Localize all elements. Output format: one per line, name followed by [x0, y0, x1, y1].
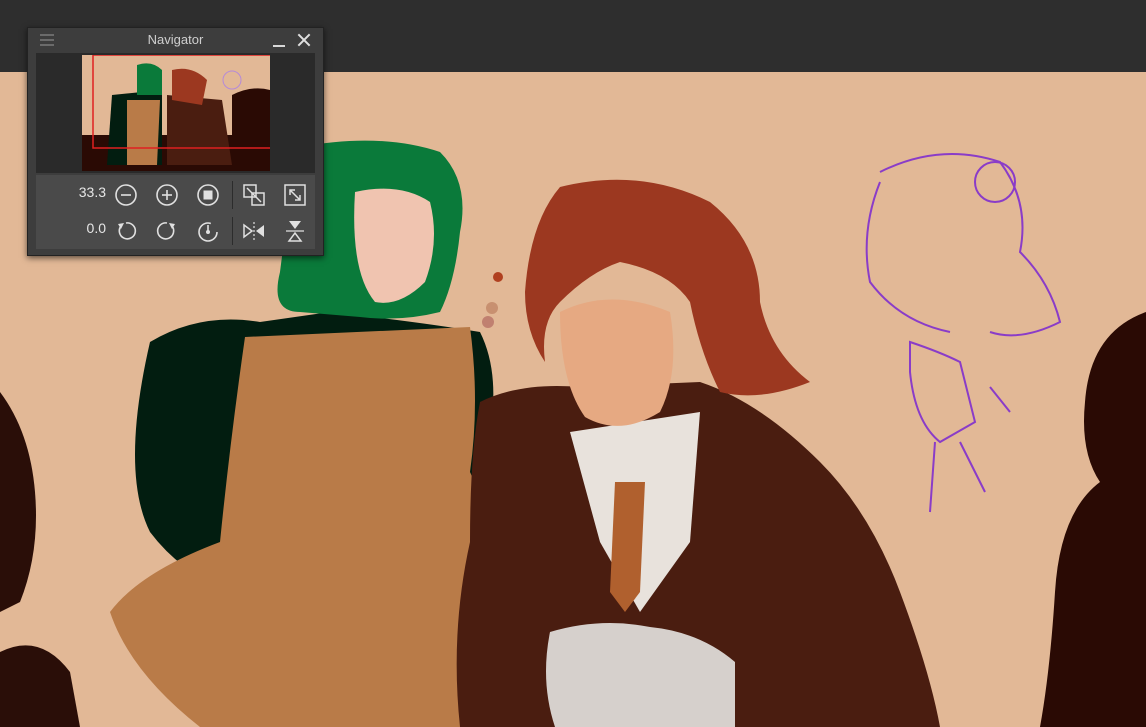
rotate-left-icon[interactable]	[113, 218, 139, 244]
minimize-icon[interactable]	[271, 33, 287, 49]
navigator-titlebar[interactable]: Navigator	[28, 28, 323, 52]
navigator-controls: 33.3 0.0	[36, 175, 315, 249]
rotation-value[interactable]: 0.0	[56, 220, 106, 236]
separator	[232, 181, 233, 209]
actual-size-icon[interactable]	[282, 182, 308, 208]
rotate-right-icon[interactable]	[154, 218, 180, 244]
fit-to-window-icon[interactable]	[241, 182, 267, 208]
reset-rotation-icon[interactable]	[195, 218, 221, 244]
zoom-value[interactable]: 33.3	[56, 184, 106, 200]
flip-vertical-icon[interactable]	[282, 218, 308, 244]
navigator-panel: Navigator 33.3 0.0	[27, 27, 324, 256]
zoom-in-plus-icon[interactable]	[154, 182, 180, 208]
close-icon[interactable]	[295, 31, 313, 49]
zoom-out-minus-icon[interactable]	[113, 182, 139, 208]
preview-thumbnail	[82, 55, 270, 171]
flip-horizontal-icon[interactable]	[241, 218, 267, 244]
separator	[232, 217, 233, 245]
stop-icon[interactable]	[195, 182, 221, 208]
navigator-preview[interactable]	[36, 53, 315, 173]
